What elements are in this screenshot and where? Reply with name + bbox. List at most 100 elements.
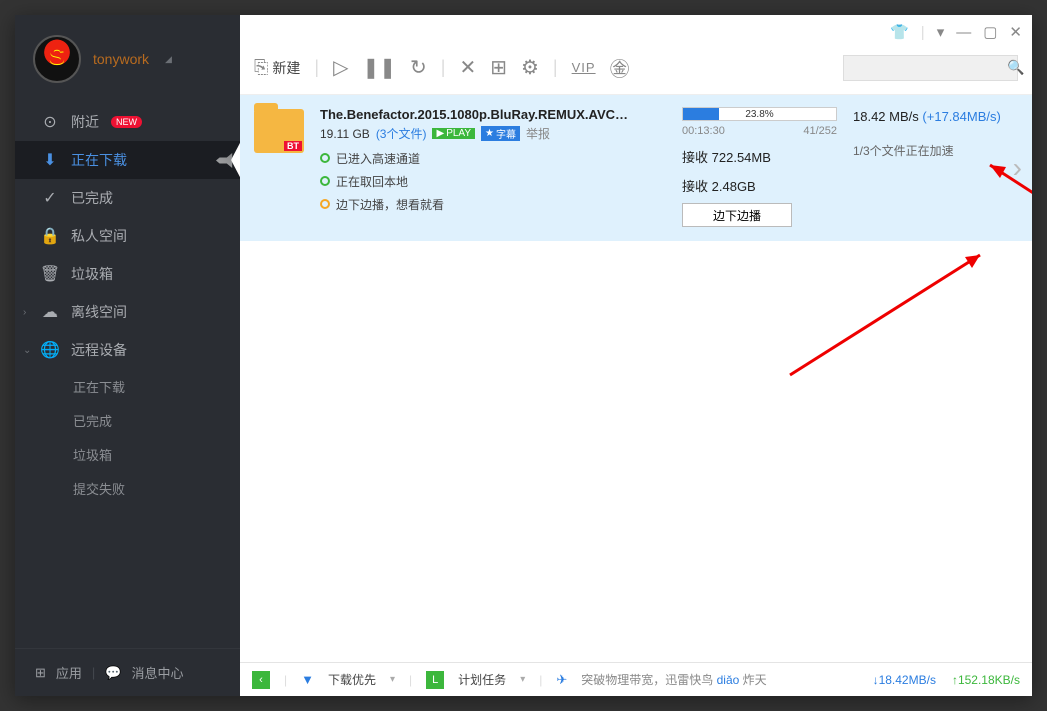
search-icon[interactable]: 🔍 xyxy=(1007,59,1024,76)
task-files[interactable]: (3个文件) xyxy=(376,125,427,142)
separator: | xyxy=(284,673,287,687)
nav-offline[interactable]: › ☁ 离线空间 xyxy=(15,293,240,331)
nav-downloading[interactable]: ⬇ 正在下载 xyxy=(15,141,240,179)
chevron-down-icon[interactable]: ▾ xyxy=(520,674,525,685)
chevron-down-icon[interactable]: ▾ xyxy=(390,674,395,685)
nav-trash[interactable]: 🗑 垃圾箱 xyxy=(15,255,240,293)
eta: 00:13:30 xyxy=(682,125,725,137)
nav-label: 私人空间 xyxy=(71,226,127,246)
dot-icon xyxy=(320,176,330,186)
play-while-download-button[interactable]: 边下边播 xyxy=(682,203,792,227)
report-link[interactable]: 举报 xyxy=(526,125,550,142)
settings-button[interactable]: ⚙ xyxy=(521,55,539,80)
delete-button[interactable]: ✕ xyxy=(459,55,476,80)
close-icon[interactable]: ✕ xyxy=(1009,23,1022,41)
lock-icon: 🔒 xyxy=(41,227,59,245)
minimize-icon[interactable]: — xyxy=(956,24,971,41)
remote-sub-completed[interactable]: 已完成 xyxy=(15,403,240,437)
status-item: 已进入高速通道 xyxy=(320,150,666,167)
progress-bar: 23.8% xyxy=(682,107,837,121)
user-block[interactable]: tonywork ◢ xyxy=(15,15,240,97)
start-button[interactable]: ▷ xyxy=(333,55,348,80)
separator: | xyxy=(441,57,446,78)
nav-label: 离线空间 xyxy=(71,302,127,322)
remote-sub-failed[interactable]: 提交失败 xyxy=(15,471,240,505)
bt-folder-icon xyxy=(254,109,304,153)
task-progress: 23.8% 00:13:30 41/252 接收 722.54MB 接收 2.4… xyxy=(682,107,837,227)
nav-label: 垃圾箱 xyxy=(71,264,113,284)
username: tonywork xyxy=(93,51,149,67)
separator: | xyxy=(92,665,95,680)
sb-priority[interactable]: 下载优先 xyxy=(328,671,376,688)
sb-ok-icon[interactable]: ‹ xyxy=(252,671,270,689)
sidebar-footer: ⊞ 应用 | 💬 消息中心 xyxy=(15,648,240,696)
download-icon: ⬇ xyxy=(41,151,59,169)
check-icon: ✓ xyxy=(41,189,59,207)
toolbar: ⎘ 新建 | ▷ ❚❚ ↻ | ✕ ⊞ ⚙ | VIP ㊎ 🔍 xyxy=(240,41,1032,95)
sb-up-speed: ↑152.18KB/s xyxy=(952,673,1020,687)
download-task[interactable]: The.Benefactor.2015.1080p.BluRay.REMUX.A… xyxy=(240,95,1032,241)
msg-label[interactable]: 消息中心 xyxy=(132,663,184,682)
nav-private[interactable]: 🔒 私人空间 xyxy=(15,217,240,255)
msg-icon[interactable]: 💬 xyxy=(105,665,121,681)
user-caret-icon[interactable]: ◢ xyxy=(165,54,172,65)
nav-list: ⊙ 附近 NEW ⬇ 正在下载 ✓ 已完成 🔒 私人空间 🗑 垃圾箱 xyxy=(15,103,240,505)
shirt-icon[interactable]: 👕 xyxy=(890,23,909,41)
new-task-button[interactable]: ⎘ 新建 xyxy=(254,57,300,78)
nav-remote[interactable]: ⌄ 🌐 远程设备 xyxy=(15,331,240,369)
progress-pct: 23.8% xyxy=(683,108,836,122)
pieces: 41/252 xyxy=(803,125,837,137)
sb-down-speed: ↓18.42MB/s xyxy=(873,673,936,687)
new-label: 新建 xyxy=(272,58,300,78)
sidebar: tonywork ◢ ⊙ 附近 NEW ⬇ 正在下载 ✓ 已完成 🔒 私人空间 xyxy=(15,15,240,696)
window-controls: 👕 | ▾ — ▢ ✕ xyxy=(890,23,1022,41)
dot-icon xyxy=(320,153,330,163)
task-title: The.Benefactor.2015.1080p.BluRay.REMUX.A… xyxy=(320,107,630,122)
statusbar: ‹ | ▼ 下载优先 ▾ | L 计划任务 ▾ | ✈ 突破物理带宽，迅雷快鸟 … xyxy=(240,662,1032,696)
sb-plan[interactable]: 计划任务 xyxy=(458,671,506,688)
trash-icon: 🗑 xyxy=(41,265,59,283)
task-info: The.Benefactor.2015.1080p.BluRay.REMUX.A… xyxy=(320,107,666,227)
sb-bird-icon: ✈ xyxy=(556,672,567,688)
expand-icon[interactable]: › xyxy=(23,307,26,318)
pin-icon: ⊙ xyxy=(41,113,59,131)
avatar[interactable] xyxy=(33,35,81,83)
nav-label: 附近 xyxy=(71,112,99,132)
pause-button[interactable]: ❚❚ xyxy=(362,55,396,80)
nav-label: 远程设备 xyxy=(71,340,127,360)
main-area: 👕 | ▾ — ▢ ✕ ⎘ 新建 | ▷ ❚❚ ↻ | ✕ ⊞ ⚙ | VIP … xyxy=(240,15,1032,696)
task-size: 19.11 GB xyxy=(320,127,370,141)
recv-row-1: 接收 722.54MB xyxy=(682,147,837,166)
vip-button[interactable]: VIP xyxy=(572,60,596,75)
nav-completed[interactable]: ✓ 已完成 xyxy=(15,179,240,217)
menu-icon[interactable]: ▾ xyxy=(937,23,945,41)
maximize-icon[interactable]: ▢ xyxy=(983,23,997,41)
remote-sub-trash[interactable]: 垃圾箱 xyxy=(15,437,240,471)
sb-priority-icon: ▼ xyxy=(301,672,314,687)
task-detail-arrow[interactable]: › xyxy=(1013,152,1022,184)
subtitle-badge[interactable]: ★字幕 xyxy=(481,126,520,141)
recv-row-2: 接收 2.48GB xyxy=(682,176,837,195)
nav-nearby[interactable]: ⊙ 附近 NEW xyxy=(15,103,240,141)
task-speed: 18.42 MB/s (+17.84MB/s) 1/3个文件正在加速 xyxy=(853,107,1018,227)
task-list: The.Benefactor.2015.1080p.BluRay.REMUX.A… xyxy=(240,95,1032,662)
currency-button[interactable]: ㊎ xyxy=(610,53,630,82)
dot-icon xyxy=(320,199,330,209)
separator: | xyxy=(539,673,542,687)
progress-row: 00:13:30 41/252 xyxy=(682,125,837,137)
remote-sub-downloading[interactable]: 正在下载 xyxy=(15,369,240,403)
apps-label[interactable]: 应用 xyxy=(56,663,82,682)
status-list: 已进入高速通道 正在取回本地 边下边播，想看就看 xyxy=(320,150,666,213)
play-badge[interactable]: ▶PLAY xyxy=(432,128,475,139)
restart-button[interactable]: ↻ xyxy=(410,55,427,80)
search-box[interactable]: 🔍 xyxy=(843,55,1018,81)
separator: | xyxy=(409,673,412,687)
grid-button[interactable]: ⊞ xyxy=(490,55,507,80)
search-input[interactable] xyxy=(852,61,1007,75)
separator: | xyxy=(553,57,558,78)
collapse-icon[interactable]: ⌄ xyxy=(23,345,31,356)
nav-label: 已完成 xyxy=(71,188,113,208)
separator: | xyxy=(921,24,925,41)
sb-promo[interactable]: 突破物理带宽，迅雷快鸟 diǎo 炸天 xyxy=(581,671,766,688)
apps-icon[interactable]: ⊞ xyxy=(35,665,46,681)
